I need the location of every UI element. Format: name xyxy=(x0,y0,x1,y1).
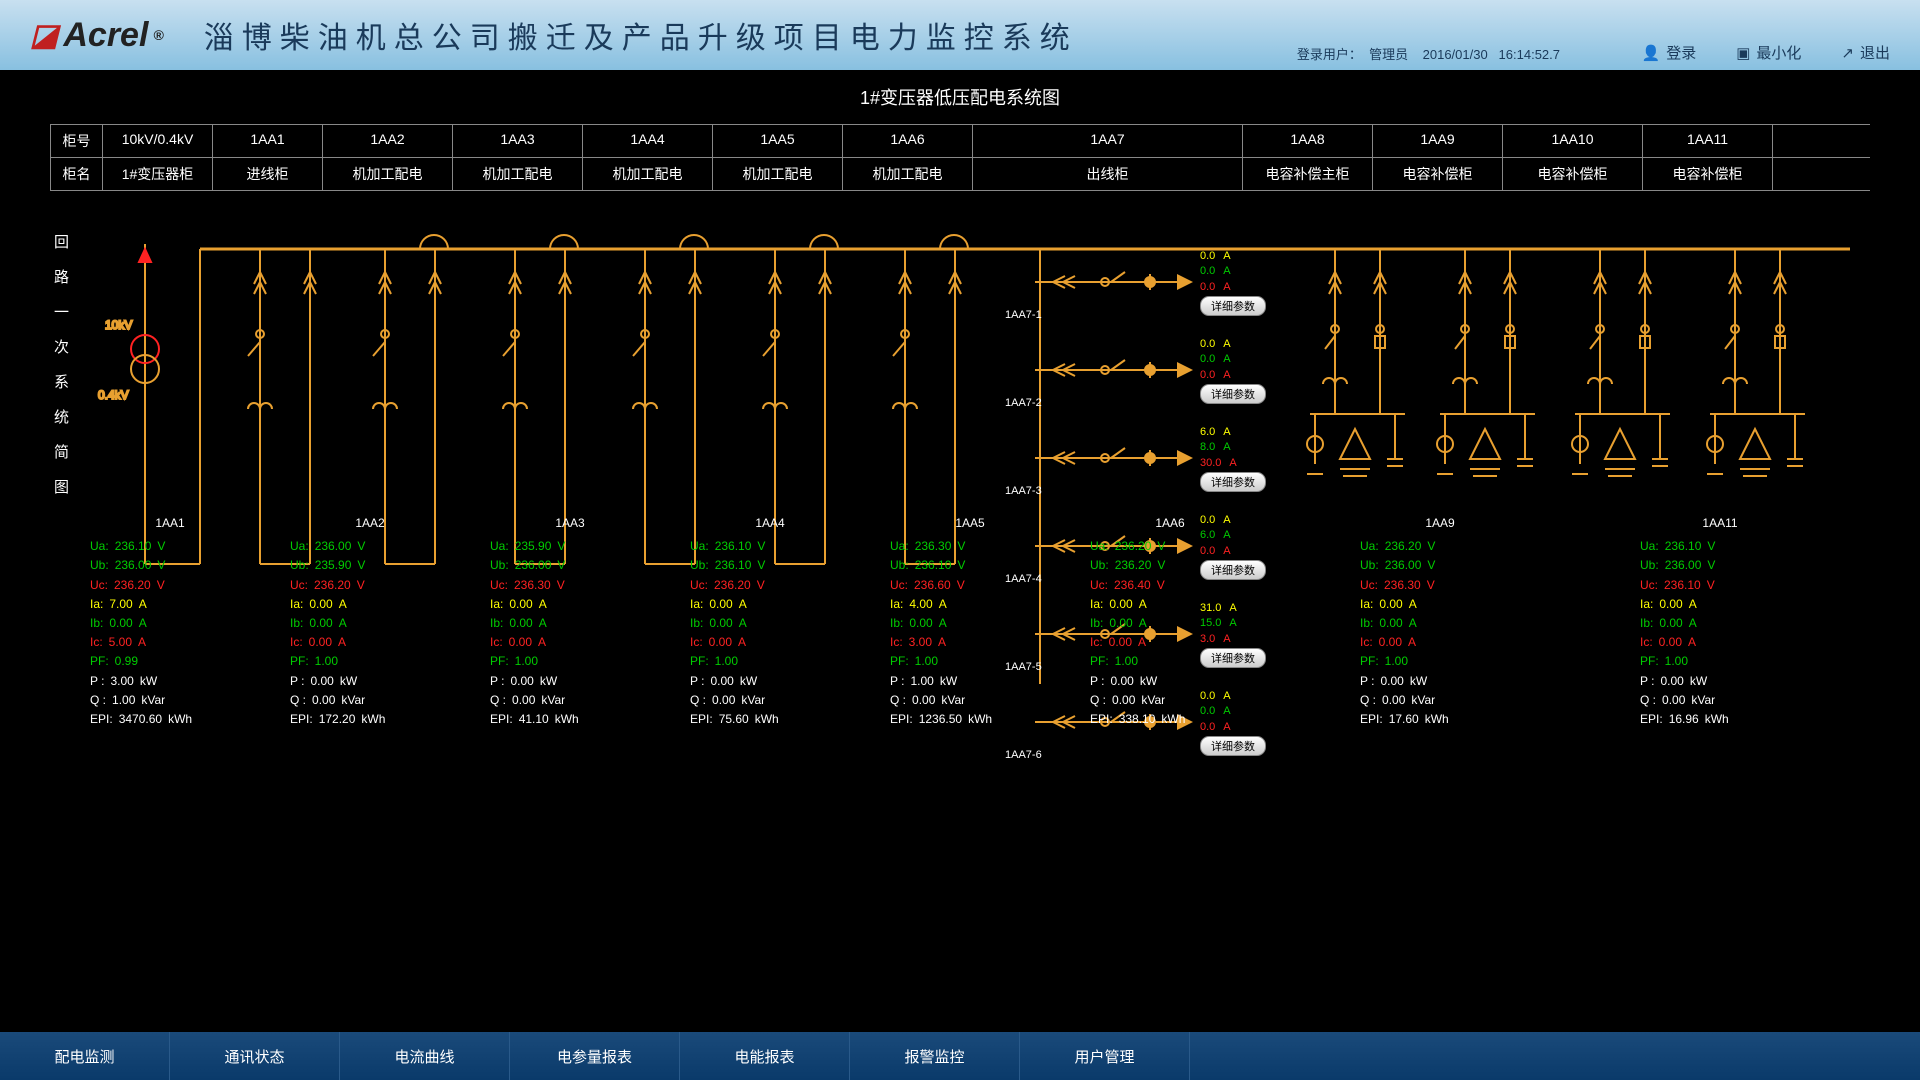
nav-item[interactable]: 电参量报表 xyxy=(510,1032,680,1080)
block-id: 1AA6 xyxy=(1090,514,1250,533)
cabinet-no-cell: 1AA1 xyxy=(213,125,323,157)
cabinet-no-cell: 1AA5 xyxy=(713,125,843,157)
feeder-branch: 1AA7-1 0.0A 0.0A 0.0A 详细参数 xyxy=(1040,254,1290,342)
svg-text:0.4kV: 0.4kV xyxy=(98,388,129,402)
cabinet-no-cell: 1AA4 xyxy=(583,125,713,157)
logo-icon: ◪ xyxy=(30,18,58,53)
svg-text:10kV: 10kV xyxy=(105,318,132,332)
cabinet-no-cell: 1AA6 xyxy=(843,125,973,157)
measurement-block: 1AA3 Ua:235.90V Ub:236.00V Uc:236.30V Ia… xyxy=(490,514,650,729)
measurement-block: 1AA1 Ua:236.10V Ub:236.00V Uc:236.20V Ia… xyxy=(90,514,250,729)
row-label: 柜号 xyxy=(51,125,103,157)
feeder-label: 1AA7-2 xyxy=(1005,397,1042,409)
system-title: 淄博柴油机总公司搬迁及产品升级项目电力监控系统 xyxy=(204,13,1078,57)
detail-button[interactable]: 详细参数 xyxy=(1200,736,1266,756)
nav-footer: 配电监测通讯状态电流曲线电参量报表电能报表报警监控用户管理 xyxy=(0,1032,1920,1080)
block-id: 1AA11 xyxy=(1640,514,1800,533)
measurement-block: 1AA11 Ua:236.10V Ub:236.00V Uc:236.10V I… xyxy=(1640,514,1800,729)
cabinet-no-cell: 1AA11 xyxy=(1643,125,1773,157)
block-id: 1AA4 xyxy=(690,514,850,533)
header-bar: ◪ Acrel® 淄博柴油机总公司搬迁及产品升级项目电力监控系统 登录用户： 管… xyxy=(0,0,1920,70)
minimize-button[interactable]: ▣最小化 xyxy=(1736,42,1801,63)
cabinet-no-cell: 1AA2 xyxy=(323,125,453,157)
measurement-row: 1AA1 Ua:236.10V Ub:236.00V Uc:236.20V Ia… xyxy=(80,514,1250,729)
user-info: 登录用户： 管理员 2016/01/30 16:14:52.7 xyxy=(1297,44,1560,63)
block-id: 1AA2 xyxy=(290,514,450,533)
feeder-branch: 1AA7-2 0.0A 0.0A 0.0A 详细参数 xyxy=(1040,342,1290,430)
detail-button[interactable]: 详细参数 xyxy=(1200,472,1266,492)
measurement-block: 1AA2 Ua:236.00V Ub:235.90V Uc:236.20V Ia… xyxy=(290,514,450,729)
cabinet-no-cell: 1AA9 xyxy=(1373,125,1503,157)
block-id: 1AA1 xyxy=(90,514,250,533)
measurement-block: 1AA5 Ua:236.30V Ub:236.10V Uc:236.60V Ia… xyxy=(890,514,1050,729)
nav-item[interactable]: 用户管理 xyxy=(1020,1032,1190,1080)
user-icon: 👤 xyxy=(1642,44,1661,62)
cabinet-no-row: 柜号 10kV/0.4kV1AA11AA21AA31AA41AA51AA61AA… xyxy=(50,124,1870,158)
page-subtitle: 1#变压器低压配电系统图 xyxy=(0,84,1920,110)
detail-button[interactable]: 详细参数 xyxy=(1200,296,1266,316)
brand-text: Acrel xyxy=(63,16,148,55)
measurement-block: 1AA4 Ua:236.10V Ub:236.10V Uc:236.20V Ia… xyxy=(690,514,850,729)
cabinet-no-cell: 1AA3 xyxy=(453,125,583,157)
feeder-label: 1AA7-1 xyxy=(1005,309,1042,321)
minimize-icon: ▣ xyxy=(1736,44,1750,62)
measurement-block: 1AA6 Ua:236.20V Ub:236.20V Uc:236.40V Ia… xyxy=(1090,514,1250,729)
brand-logo: ◪ Acrel® xyxy=(30,16,164,55)
block-id: 1AA9 xyxy=(1360,514,1520,533)
feeder-values: 0.0A 0.0A 0.0A xyxy=(1200,249,1231,295)
block-id: 1AA5 xyxy=(890,514,1050,533)
detail-button[interactable]: 详细参数 xyxy=(1200,384,1266,404)
login-button[interactable]: 👤登录 xyxy=(1642,42,1697,63)
measurement-row-extra: 1AA9 Ua:236.20V Ub:236.00V Uc:236.30V Ia… xyxy=(1350,514,1800,729)
cabinet-no-cell: 10kV/0.4kV xyxy=(103,125,213,157)
exit-button[interactable]: ↗退出 xyxy=(1841,42,1890,63)
nav-item[interactable]: 通讯状态 xyxy=(170,1032,340,1080)
nav-item[interactable]: 配电监测 xyxy=(0,1032,170,1080)
feeder-values: 0.0A 0.0A 0.0A xyxy=(1200,337,1231,383)
feeder-values: 6.0A 8.0A 30.0A xyxy=(1200,425,1237,471)
nav-item[interactable]: 电能报表 xyxy=(680,1032,850,1080)
cabinet-no-cell: 1AA10 xyxy=(1503,125,1643,157)
feeder-label: 1AA7-6 xyxy=(1005,749,1042,761)
cabinet-no-cell: 1AA7 xyxy=(973,125,1243,157)
measurement-block: 1AA9 Ua:236.20V Ub:236.00V Uc:236.30V Ia… xyxy=(1360,514,1520,729)
block-id: 1AA3 xyxy=(490,514,650,533)
exit-icon: ↗ xyxy=(1841,44,1854,62)
feeder-label: 1AA7-3 xyxy=(1005,485,1042,497)
feeder-branch: 1AA7-3 6.0A 8.0A 30.0A 详细参数 xyxy=(1040,430,1290,518)
cabinet-no-cell: 1AA8 xyxy=(1243,125,1373,157)
nav-item[interactable]: 报警监控 xyxy=(850,1032,1020,1080)
diagram-area: 柜号 10kV/0.4kV1AA11AA21AA31AA41AA51AA61AA… xyxy=(0,124,1920,884)
nav-item[interactable]: 电流曲线 xyxy=(340,1032,510,1080)
